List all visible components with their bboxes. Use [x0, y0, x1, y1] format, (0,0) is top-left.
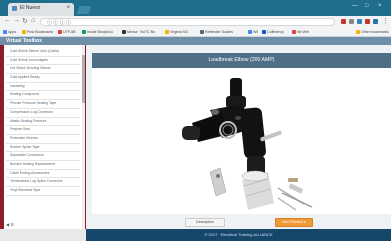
page-footer: © 2017 · Electrical Training ALLIANCE	[86, 229, 391, 241]
bookmarks-bar: Apps Post Bookmarks UTF-8B Inside Bostpi…	[0, 28, 391, 37]
sidebar-item[interactable]: Bonded Sealing Replacement	[6, 161, 80, 170]
extension-icon[interactable]	[373, 19, 378, 24]
apps-icon	[3, 30, 7, 34]
home-icon[interactable]: ⌂	[31, 17, 35, 24]
sidebar-item[interactable]: Prepare Seal	[6, 126, 80, 135]
cable-adapter	[241, 170, 274, 210]
sidebar-scroll-thumb[interactable]	[82, 55, 85, 103]
window-close-icon[interactable]: ×	[378, 3, 382, 9]
extension-icon[interactable]	[349, 19, 354, 24]
tab-close-icon[interactable]: ×	[66, 5, 70, 11]
sidebar-footer-bar	[0, 229, 86, 241]
maximize-icon[interactable]: □	[365, 3, 369, 9]
product-sidebar: Cold Shrink Sleeve Joint (Cable) Cold Sh…	[0, 45, 86, 229]
extension-icon[interactable]	[341, 19, 346, 24]
rods	[277, 178, 313, 211]
bookmark-icon	[262, 30, 266, 34]
bookmark-icon	[292, 30, 296, 34]
app-header: Virtual Toolbox	[0, 37, 391, 45]
forward-icon[interactable]: →	[13, 17, 20, 24]
sidebar-item[interactable]: Cold Shrink Joint Adapter	[6, 57, 80, 66]
extension-icon[interactable]	[365, 19, 370, 24]
sidebar-item[interactable]: Insulating	[6, 83, 80, 92]
bookmark-item[interactable]: Ne Wet	[292, 30, 309, 34]
bookmark-item[interactable]: Virginia NO	[165, 30, 188, 34]
app-title: Virtual Toolbox	[6, 38, 42, 44]
tab-title: El Nuevo	[20, 5, 41, 11]
sidebar-item[interactable]: Precise Pressure Sealing Tape	[6, 100, 80, 109]
sidebar-item[interactable]: Cable Ending Accessories	[6, 170, 80, 179]
sidebar-item[interactable]: Mastic Sealing Pressure	[6, 118, 80, 127]
sidebar-item[interactable]: Protective Sleeves	[6, 135, 80, 144]
reload-icon[interactable]: ↻	[22, 17, 28, 25]
new-tab-button[interactable]	[76, 6, 92, 14]
browser-tab[interactable]: El Nuevo ×	[8, 3, 74, 16]
bookmark-icon	[200, 30, 204, 34]
folder-icon	[356, 30, 360, 34]
bookmark-item[interactable]: Post Bookmarks	[22, 30, 53, 34]
bookmark-item[interactable]: Reflender Guides	[200, 30, 233, 34]
connector-lug	[209, 167, 227, 197]
sidebar-item[interactable]: Cold Shrink Sleeve Joint (Cable)	[6, 48, 80, 57]
folder-icon	[22, 30, 26, 34]
bookmark-icon	[82, 30, 86, 34]
sidebar-footer[interactable]: ◀ ☰	[6, 222, 14, 227]
bookmark-item[interactable]: Meraa · NoTC Bo	[122, 30, 155, 34]
sidebar-item[interactable]: Compression Lug Connector	[6, 109, 80, 118]
browser-tab-strip: El Nuevo × — □ ×	[0, 0, 391, 16]
menu-icon[interactable]: ⋮	[382, 17, 389, 25]
minimize-icon[interactable]: —	[352, 3, 358, 9]
bookmark-item[interactable]: Apps	[3, 30, 16, 34]
main-content: Loadbreak Elbow (200 AMP) Description Ne…	[86, 45, 391, 229]
address-text: ⓘ ⓘ ⓘ ⓘ	[47, 20, 72, 26]
bookmark-icon	[165, 30, 169, 34]
bookmark-item[interactable]: Wii	[248, 30, 258, 34]
back-icon[interactable]: ←	[4, 17, 11, 24]
sidebar-item[interactable]: Rubber Splice Tape	[6, 144, 80, 153]
product-list: Cold Shrink Sleeve Joint (Cable) Cold Sh…	[6, 48, 80, 196]
tab-favicon-icon	[12, 6, 17, 11]
bookmark-item[interactable]: UTF-8B	[58, 30, 76, 34]
sidebar-item[interactable]: Cold Applied Ready	[6, 74, 80, 83]
loadbreak-elbow-image	[182, 78, 313, 211]
bookmark-item[interactable]: Cuffinency	[262, 30, 284, 34]
copyright-text: © 2017 · Electrical Training ALLIANCE	[204, 232, 273, 237]
bookmark-icon	[248, 30, 252, 34]
sidebar-item[interactable]: Separable Connectors	[6, 152, 80, 161]
sidebar-item[interactable]: Vinyl Electrical Tape	[6, 187, 80, 196]
product-image-panel	[92, 68, 391, 214]
bookmark-icon	[58, 30, 62, 34]
address-bar[interactable]: ⓘ ⓘ ⓘ ⓘ	[40, 18, 335, 26]
elbow-body	[182, 78, 266, 178]
bookmark-item[interactable]: Other bookmarks	[356, 30, 389, 34]
description-button[interactable]: Description	[185, 218, 225, 227]
bookmark-item[interactable]: Inside Bostpil.cu	[82, 30, 113, 34]
sidebar-item[interactable]: Terminations Lug Splice Connector	[6, 178, 80, 187]
sidebar-item[interactable]: Sealing Compound	[6, 91, 80, 101]
sidebar-item[interactable]: Hot Shrink Bonding Sleeve	[6, 65, 80, 75]
next-product-button[interactable]: Next Product ▸	[275, 218, 313, 227]
browser-toolbar: ← → ↻ ⌂ ⓘ ⓘ ⓘ ⓘ ⋮	[0, 16, 391, 28]
product-title: Loadbreak Elbow (200 AMP)	[208, 57, 275, 63]
bookmark-icon	[122, 30, 126, 34]
extension-icon[interactable]	[357, 19, 362, 24]
product-title-bar: Loadbreak Elbow (200 AMP)	[92, 53, 391, 68]
